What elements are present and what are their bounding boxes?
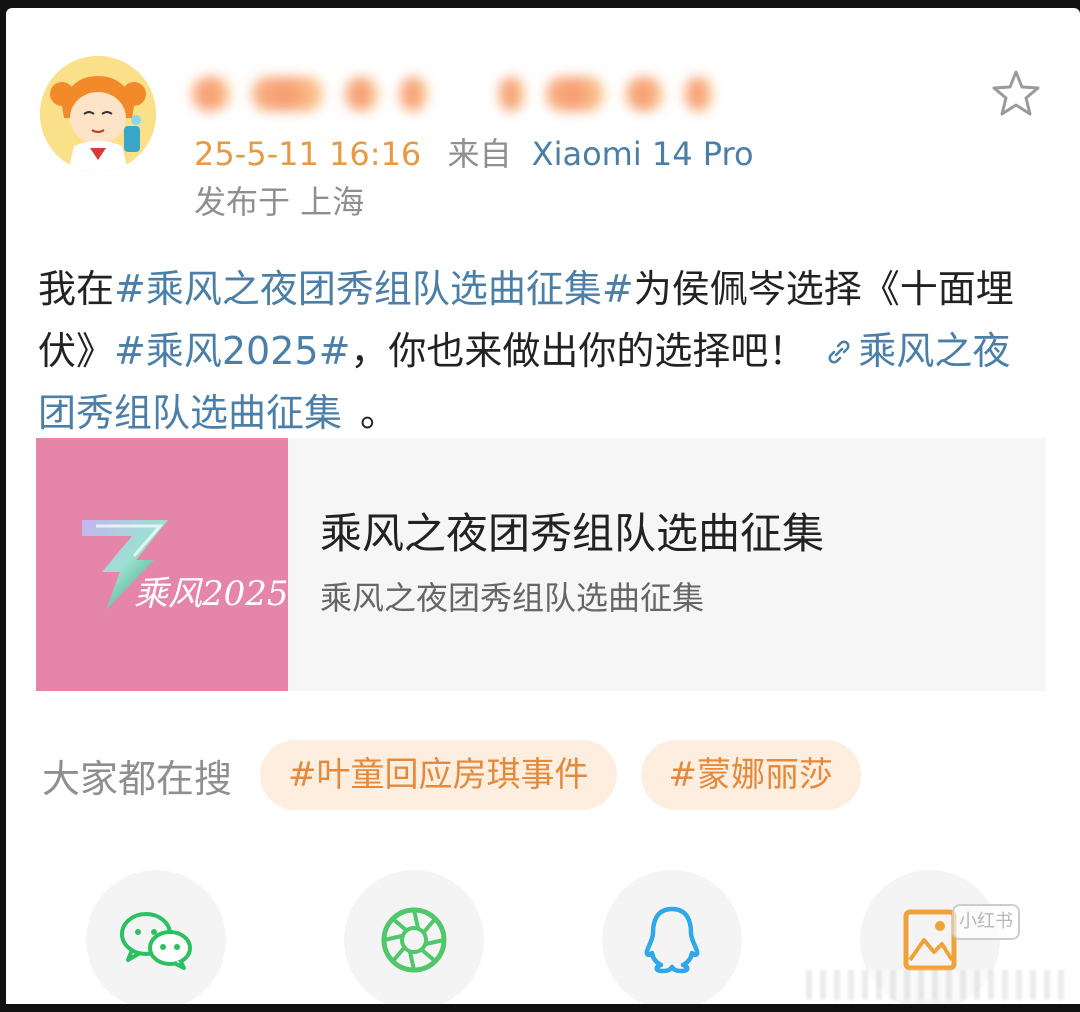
weibo-post-screen: 25-5-11 16:16 来自 Xiaomi 14 Pro 发布于 上海 我在… (6, 8, 1080, 1004)
topic-card-title: 乘风之夜团秀组队选曲征集 (320, 509, 825, 558)
blur-blob (498, 77, 525, 111)
from-label: 来自 (447, 135, 512, 173)
avatar-illustration (40, 56, 156, 172)
trending-chip[interactable]: #叶童回应房琪事件 (260, 740, 617, 810)
moments-icon (381, 907, 447, 973)
post-text-segment: 。 (360, 391, 399, 435)
blur-blob (684, 77, 712, 111)
wechat-icon (120, 912, 192, 970)
trending-searches: 大家都在搜 #叶童回应房琪事件 #蒙娜丽莎 (42, 740, 885, 810)
hashtag-link[interactable]: #乘风之夜团秀组队选曲征集# (114, 267, 634, 311)
post-text-segment: ，你也来做出你的选择吧！ (350, 329, 807, 373)
blur-blob (546, 77, 605, 111)
topic-card-subtitle: 乘风之夜团秀组队选曲征集 (320, 579, 705, 617)
blurred-watermark-text (806, 970, 1066, 1000)
blur-blob (192, 77, 231, 111)
post-body: 我在#乘风之夜团秀组队选曲征集#为侯佩岑选择《十面埋伏》#乘风2025#，你也来… (38, 258, 1048, 444)
qq-icon (644, 906, 700, 974)
share-moments-button[interactable] (344, 870, 484, 1004)
share-wechat-button[interactable] (86, 870, 226, 1004)
blur-blob (399, 77, 427, 111)
star-icon (992, 70, 1040, 116)
topic-card-info: 乘风之夜团秀组队选曲征集 乘风之夜团秀组队选曲征集 (288, 438, 824, 691)
post-location: 发布于 上海 (194, 183, 365, 221)
topic-card-thumbnail: 乘风2025 (36, 438, 289, 691)
hashtag-link[interactable]: #乘风2025# (114, 329, 350, 373)
blur-blob (252, 77, 323, 111)
watermark-badge: 小红书 (952, 904, 1020, 940)
topic-card[interactable]: 乘风2025 乘风之夜团秀组队选曲征集 乘风之夜团秀组队选曲征集 (36, 438, 1046, 691)
trending-label: 大家都在搜 (42, 756, 233, 801)
post-text-segment: 我在 (38, 267, 115, 311)
username-blurred[interactable] (192, 64, 712, 124)
blur-blob (344, 77, 378, 111)
save-image-icon (903, 909, 957, 971)
avatar[interactable] (40, 56, 156, 172)
show-logo-text: 乘风2025 (134, 574, 289, 614)
share-qq-button[interactable] (602, 870, 742, 1004)
blur-blob (626, 77, 663, 111)
favorite-button[interactable] (990, 68, 1042, 120)
show-logo (82, 520, 168, 610)
device-link[interactable]: Xiaomi 14 Pro (532, 135, 754, 173)
post-timestamp: 25-5-11 16:16 (194, 135, 422, 173)
post-meta: 25-5-11 16:16 来自 Xiaomi 14 Pro (194, 134, 754, 174)
trending-chip[interactable]: #蒙娜丽莎 (640, 740, 862, 810)
link-icon (828, 340, 850, 364)
